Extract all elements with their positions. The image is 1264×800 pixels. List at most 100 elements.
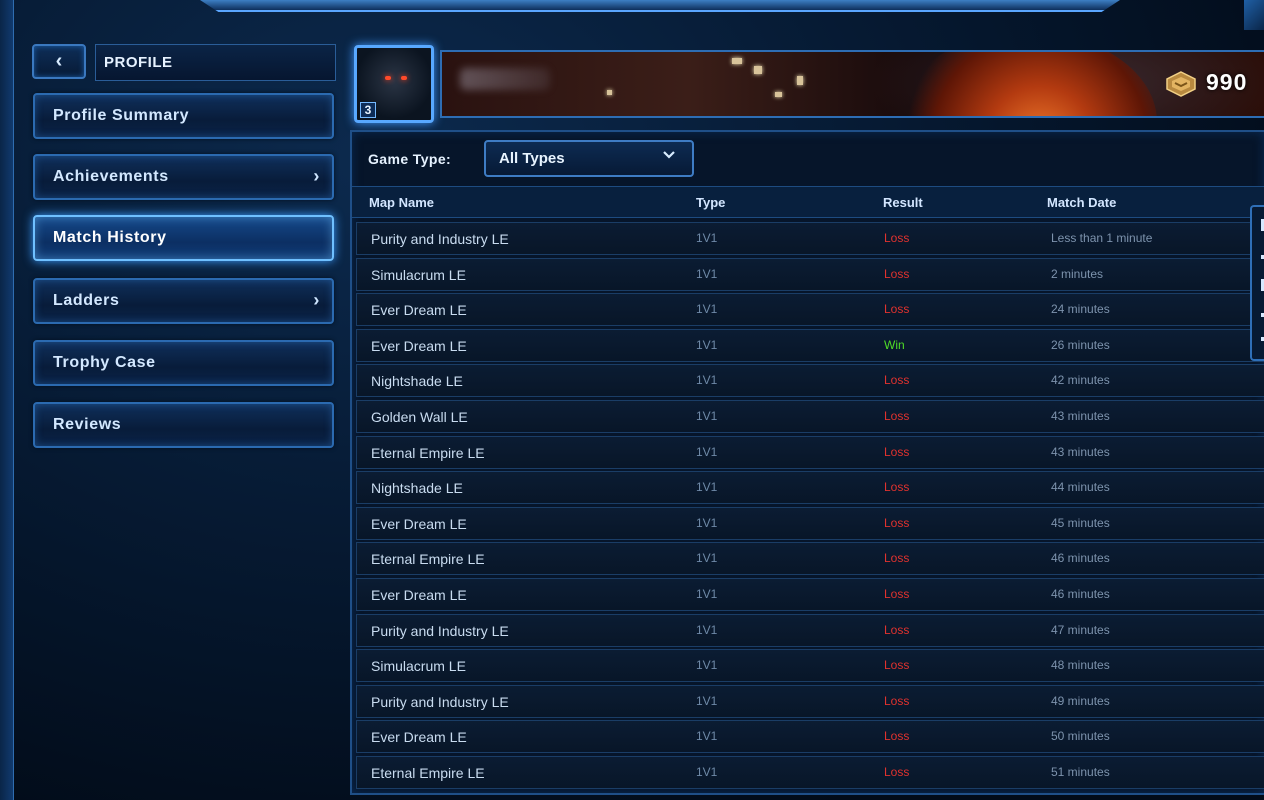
table-row[interactable]: Eternal Empire LE 1V1 Loss 46 minutes <box>356 542 1264 576</box>
banner-ship <box>797 76 803 85</box>
cell-match-date: 47 minutes <box>1051 622 1110 637</box>
chevron-right-icon: › <box>313 166 320 186</box>
banner-ship <box>607 90 612 95</box>
match-list: Purity and Industry LE 1V1 Loss Less than 1… <box>356 222 1264 792</box>
banner-planet <box>897 52 1157 116</box>
nav-item-match-history[interactable]: Match History <box>33 215 334 261</box>
cell-result: Loss <box>884 729 910 744</box>
cell-result: Loss <box>884 373 910 388</box>
table-row[interactable]: Ever Dream LE 1V1 Loss 45 minutes <box>356 506 1264 540</box>
column-header-result[interactable]: Result <box>883 195 923 210</box>
game-type-label: Game Type: <box>368 151 452 167</box>
frame-corner <box>1244 0 1264 30</box>
game-type-dropdown[interactable]: All Types <box>484 140 694 177</box>
nav-item-label: Ladders <box>53 292 120 309</box>
cell-match-date: 46 minutes <box>1051 551 1110 566</box>
table-row[interactable]: Simulacrum LE 1V1 Loss 2 minutes <box>356 257 1264 291</box>
table-row[interactable]: Eternal Empire LE 1V1 Loss 51 minutes <box>356 755 1264 789</box>
cell-match-date: Less than 1 minute <box>1051 231 1153 245</box>
cell-map-name: Nightshade LE <box>371 480 463 497</box>
nav-item-trophy-case[interactable]: Trophy Case <box>33 340 334 386</box>
cell-type: 1V1 <box>696 480 718 495</box>
cell-match-date: 46 minutes <box>1051 586 1110 601</box>
table-row[interactable]: Ever Dream LE 1V1 Loss 46 minutes <box>356 577 1264 611</box>
table-row[interactable]: Golden Wall LE 1V1 Loss 43 minutes <box>356 399 1264 433</box>
banner-ship <box>754 66 762 74</box>
cell-result: Loss <box>884 444 910 459</box>
cell-type: 1V1 <box>696 337 718 352</box>
cell-result: Loss <box>884 622 910 637</box>
cell-map-name: Golden Wall LE <box>371 408 468 425</box>
cell-map-name: Ever Dream LE <box>371 302 467 319</box>
table-row[interactable]: Nightshade LE 1V1 Loss 42 minutes <box>356 364 1264 398</box>
nav-item-label: Trophy Case <box>53 354 156 371</box>
cell-type: 1V1 <box>696 266 718 281</box>
cell-match-date: 51 minutes <box>1051 764 1110 779</box>
nav-item-label: Reviews <box>53 416 122 433</box>
cell-match-date: 24 minutes <box>1051 302 1110 317</box>
cell-map-name: Eternal Empire LE <box>371 551 485 568</box>
chevron-down-icon <box>662 148 676 166</box>
cell-type: 1V1 <box>696 302 718 317</box>
nav-item-achievements[interactable]: Achievements › <box>33 154 334 200</box>
cell-match-date: 26 minutes <box>1051 337 1110 352</box>
cell-type: 1V1 <box>696 408 718 423</box>
cell-map-name: Eternal Empire LE <box>371 764 485 781</box>
cell-type: 1V1 <box>696 586 718 601</box>
cell-match-date: 49 minutes <box>1051 693 1110 708</box>
cell-match-date: 45 minutes <box>1051 515 1110 530</box>
nav-item-profile-summary[interactable]: Profile Summary <box>33 93 334 139</box>
blurred-player-name <box>460 68 550 90</box>
banner-ship <box>775 92 782 97</box>
cell-match-date: 43 minutes <box>1051 444 1110 459</box>
table-row[interactable]: Nightshade LE 1V1 Loss 44 minutes <box>356 471 1264 505</box>
app-frame: ‹ PROFILE Profile Summary Achievements ›… <box>0 0 1264 800</box>
achievement-points-icon <box>1166 71 1196 97</box>
cell-type: 1V1 <box>696 231 718 245</box>
cell-map-name: Purity and Industry LE <box>371 622 509 639</box>
cell-map-name: Ever Dream LE <box>371 515 467 532</box>
nav-item-ladders[interactable]: Ladders › <box>33 278 334 324</box>
nav-item-label: Match History <box>53 229 167 246</box>
section-title-label: PROFILE <box>104 54 173 71</box>
nav-item-reviews[interactable]: Reviews <box>33 402 334 448</box>
cell-type: 1V1 <box>696 658 718 673</box>
banner-ship <box>732 58 742 64</box>
table-row[interactable]: Ever Dream LE 1V1 Loss 50 minutes <box>356 720 1264 754</box>
cell-map-name: Simulacrum LE <box>371 658 466 675</box>
cell-type: 1V1 <box>696 444 718 459</box>
cell-result: Loss <box>884 551 910 566</box>
cell-type: 1V1 <box>696 515 718 530</box>
side-popup-edge[interactable] <box>1250 205 1264 361</box>
cell-match-date: 44 minutes <box>1051 480 1110 495</box>
nav-item-label: Profile Summary <box>53 107 190 124</box>
cell-match-date: 50 minutes <box>1051 729 1110 744</box>
cell-match-date: 48 minutes <box>1051 658 1110 673</box>
section-title: PROFILE <box>95 44 336 81</box>
table-row[interactable]: Simulacrum LE 1V1 Loss 48 minutes <box>356 649 1264 683</box>
player-portrait[interactable]: 3 <box>354 45 434 123</box>
table-row[interactable]: Purity and Industry LE 1V1 Loss 49 minutes <box>356 684 1264 718</box>
back-button[interactable]: ‹ <box>32 44 86 79</box>
column-header-type[interactable]: Type <box>696 195 725 210</box>
cell-result: Loss <box>884 231 910 245</box>
cell-result: Loss <box>884 693 910 708</box>
frame-left-border <box>0 0 14 800</box>
chevron-left-icon: ‹ <box>55 50 63 72</box>
cell-map-name: Ever Dream LE <box>371 729 467 746</box>
table-row[interactable]: Ever Dream LE 1V1 Loss 24 minutes <box>356 293 1264 327</box>
table-row[interactable]: Eternal Empire LE 1V1 Loss 43 minutes <box>356 435 1264 469</box>
cell-result: Loss <box>884 515 910 530</box>
column-header-date[interactable]: Match Date <box>1047 195 1116 210</box>
table-row[interactable]: Purity and Industry LE 1V1 Loss Less than 1… <box>356 222 1264 255</box>
cell-result: Loss <box>884 658 910 673</box>
cell-map-name: Ever Dream LE <box>371 337 467 354</box>
table-header: Map Name Type Result Match Date <box>352 186 1264 218</box>
cell-map-name: Simulacrum LE <box>371 266 466 283</box>
cell-result: Loss <box>884 480 910 495</box>
table-row[interactable]: Purity and Industry LE 1V1 Loss 47 minutes <box>356 613 1264 647</box>
column-header-map[interactable]: Map Name <box>369 195 434 210</box>
cell-result: Win <box>884 337 905 352</box>
cell-type: 1V1 <box>696 551 718 566</box>
table-row[interactable]: Ever Dream LE 1V1 Win 26 minutes <box>356 328 1264 362</box>
